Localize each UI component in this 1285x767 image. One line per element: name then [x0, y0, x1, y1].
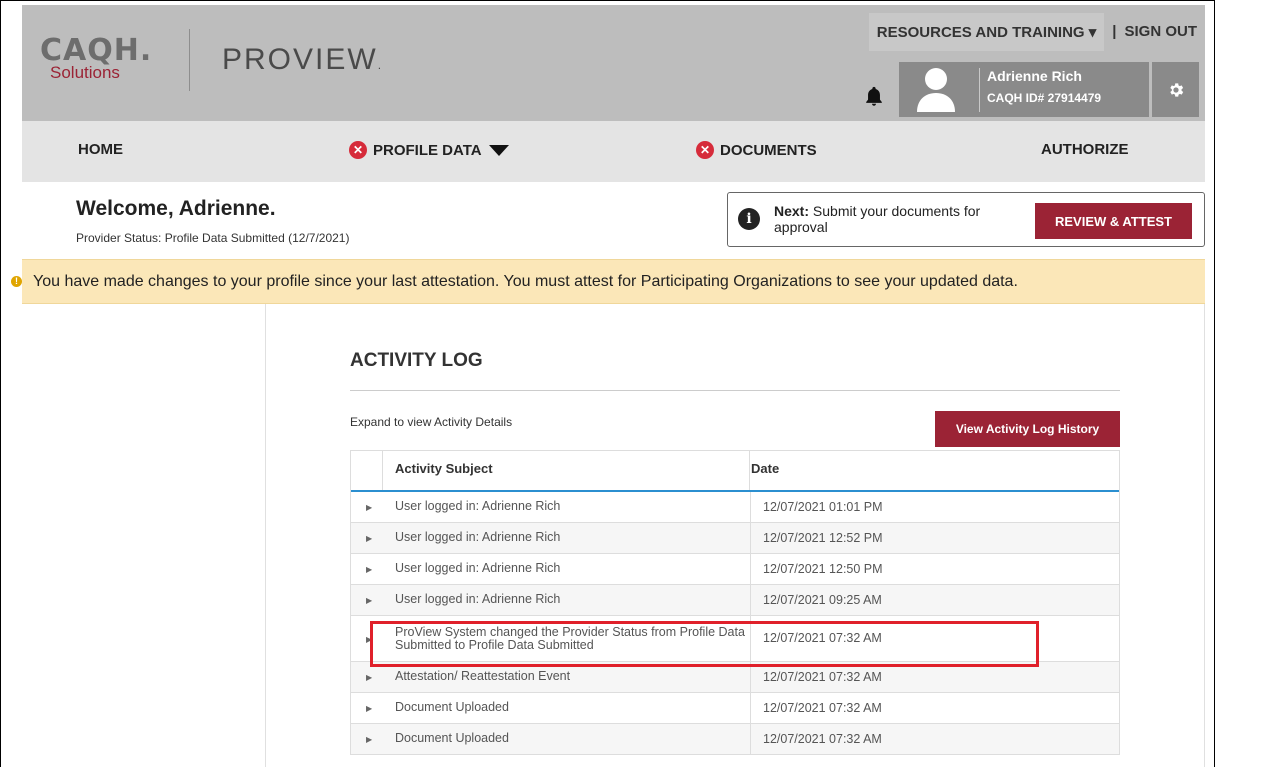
- activity-date-cell: 12/07/2021 09:25 AM: [750, 585, 1121, 615]
- warning-icon: !: [11, 276, 22, 287]
- expand-column-header: [351, 451, 383, 490]
- attestation-alert-content: ! You have made changes to your profile …: [11, 259, 1205, 304]
- gear-icon: [1169, 82, 1183, 97]
- table-row[interactable]: ▶ User logged in: Adrienne Rich 12/07/2021…: [351, 585, 1119, 616]
- proview-logo-text: PROVIEW: [222, 43, 378, 76]
- caret-right-icon[interactable]: ▶: [366, 534, 372, 543]
- app-header: CAQH. Solutions PROVIEW. RESOURCES AND T…: [22, 5, 1205, 121]
- welcome-title: Welcome, Adrienne.: [76, 197, 276, 220]
- user-caqh-id: CAQH ID# 27914479: [987, 91, 1102, 105]
- caret-right-icon[interactable]: ▶: [366, 503, 372, 512]
- activity-date-cell: 12/07/2021 12:50 PM: [750, 554, 1121, 584]
- nav-home-label: HOME: [78, 141, 123, 158]
- view-activity-log-history-button[interactable]: View Activity Log History: [935, 411, 1120, 447]
- review-attest-button[interactable]: REVIEW & ATTEST: [1035, 203, 1192, 239]
- alert-text: You have made changes to your profile si…: [33, 273, 1018, 290]
- table-row[interactable]: ▶ User logged in: Adrienne Rich 12/07/2021…: [351, 492, 1119, 523]
- activity-log-table: Activity Subject Date ▶ User logged in: A…: [350, 450, 1120, 755]
- table-row[interactable]: ▶ User logged in: Adrienne Rich 12/07/2021…: [351, 554, 1119, 585]
- nav-documents-label: DOCUMENTS: [720, 141, 817, 159]
- table-header: Activity Subject Date: [351, 451, 1119, 492]
- caret-right-icon[interactable]: ▶: [366, 673, 372, 682]
- nav-authorize-label: AUTHORIZE: [1041, 141, 1129, 158]
- nav-documents[interactable]: ✕ DOCUMENTS: [696, 141, 817, 159]
- top-links-divider: |: [1112, 23, 1117, 40]
- user-profile-box[interactable]: Adrienne Rich CAQH ID# 27914479: [899, 62, 1149, 117]
- activity-subject-cell: User logged in: Adrienne Rich: [395, 561, 561, 575]
- solutions-logo-text: Solutions: [50, 63, 120, 82]
- caret-right-icon[interactable]: ▶: [366, 596, 372, 605]
- avatar-icon: [917, 68, 955, 112]
- table-row[interactable]: ▶ Document Uploaded 12/07/2021 07:32 AM: [351, 724, 1119, 755]
- proview-logo[interactable]: PROVIEW.: [222, 43, 383, 77]
- column-header-date[interactable]: Date: [751, 461, 779, 476]
- next-step-label: Next:: [774, 203, 810, 219]
- settings-button[interactable]: [1152, 62, 1199, 117]
- expand-instructions: Expand to view Activity Details: [350, 415, 513, 429]
- logo-divider: [189, 29, 190, 91]
- caret-right-icon[interactable]: ▶: [366, 565, 372, 574]
- x-circle-icon: ✕: [349, 141, 367, 159]
- activity-date-cell: 12/07/2021 01:01 PM: [750, 492, 1121, 522]
- caret-down-icon: [488, 145, 509, 156]
- activity-subject-cell: Document Uploaded: [395, 700, 509, 714]
- table-row[interactable]: ▶ User logged in: Adrienne Rich 12/07/2021…: [351, 523, 1119, 554]
- activity-date-cell: 12/07/2021 07:32 AM: [750, 724, 1121, 754]
- nav-profile-data[interactable]: ✕ PROFILE DATA: [349, 141, 510, 159]
- next-step-box: i Next: Submit your documents for approv…: [727, 192, 1205, 247]
- next-step-text: Next: Submit your documents for approval: [774, 203, 1024, 235]
- activity-subject-cell: User logged in: Adrienne Rich: [395, 499, 561, 513]
- provider-status: Provider Status: Profile Data Submitted …: [76, 231, 350, 245]
- nav-profile-data-label: PROFILE DATA: [373, 141, 482, 159]
- main-nav: HOME ✕ PROFILE DATA ✕ DOCUMENTS AUTHORIZ…: [22, 121, 1205, 182]
- user-name: Adrienne Rich: [987, 68, 1082, 84]
- user-divider: [979, 68, 980, 112]
- activity-date-cell: 12/07/2021 07:32 AM: [750, 693, 1121, 723]
- top-links: RESOURCES AND TRAINING ▾ | SIGN OUT: [854, 10, 1205, 53]
- activity-subject-cell: Document Uploaded: [395, 731, 509, 745]
- nav-home[interactable]: HOME: [78, 141, 123, 158]
- column-divider: [749, 451, 750, 490]
- sign-out-link[interactable]: SIGN OUT: [1124, 23, 1197, 40]
- proview-logo-dot: .: [377, 58, 384, 72]
- activity-log-divider: [350, 390, 1120, 391]
- highlight-annotation: [370, 621, 1039, 667]
- table-row[interactable]: ▶ Document Uploaded 12/07/2021 07:32 AM: [351, 693, 1119, 724]
- activity-subject-cell: User logged in: Adrienne Rich: [395, 530, 561, 544]
- nav-authorize[interactable]: AUTHORIZE: [1041, 141, 1129, 158]
- resources-training-link[interactable]: RESOURCES AND TRAINING ▾: [868, 12, 1105, 51]
- bell-icon[interactable]: [863, 85, 885, 107]
- caret-right-icon[interactable]: ▶: [366, 704, 372, 713]
- column-header-subject[interactable]: Activity Subject: [395, 461, 493, 476]
- activity-subject-cell: User logged in: Adrienne Rich: [395, 592, 561, 606]
- caret-right-icon[interactable]: ▶: [366, 735, 372, 744]
- info-icon: i: [738, 208, 760, 230]
- activity-subject-cell: Attestation/ Reattestation Event: [395, 669, 571, 683]
- activity-date-cell: 12/07/2021 12:52 PM: [750, 523, 1121, 553]
- activity-log-title: ACTIVITY LOG: [350, 350, 483, 371]
- x-circle-icon: ✕: [696, 141, 714, 159]
